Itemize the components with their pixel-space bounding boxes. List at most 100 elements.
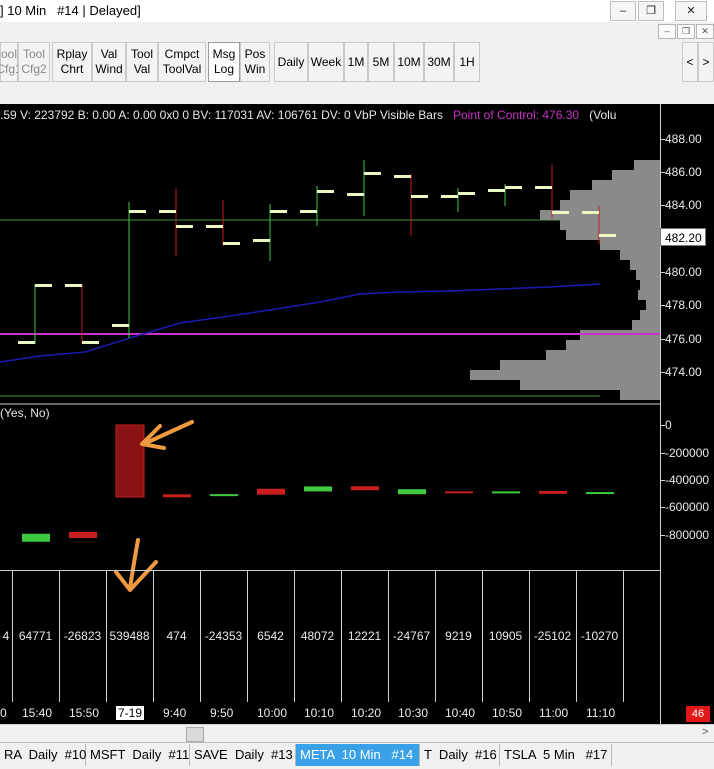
timeframe-week-button[interactable]: Week [308, 42, 344, 82]
horizontal-scrollbar[interactable] [0, 724, 714, 743]
time-label: 10:40 [445, 706, 476, 720]
study-tick-600000: -600000 [665, 500, 710, 514]
subwindow-bar: – ❐ ✕ [0, 22, 714, 40]
chart-tab[interactable]: MSFT Daily #11 [86, 744, 190, 766]
price-scale[interactable]: 488.00 486.00 484.00 480.00 478.00 476.0… [660, 104, 714, 724]
timeframe-5m-button[interactable]: 5M [368, 42, 394, 82]
study-bar [351, 486, 379, 491]
price-tick-480: 480.00 [665, 265, 702, 279]
time-label-session-start: 7-19 [116, 706, 145, 720]
time-label: 15:40 [22, 706, 53, 720]
position-window-button[interactable]: Pos Win [240, 42, 270, 82]
price-tick-488: 488.00 [665, 132, 702, 146]
window-title: ] 10 Min #14 | Delayed] [0, 3, 141, 18]
point-of-control-label: Point of Control: 476.30 [453, 108, 580, 122]
restore-button[interactable]: ❐ [638, 1, 664, 21]
chart-tab[interactable]: RA Daily #10 [0, 744, 86, 766]
timeframe-30m-button[interactable]: 30M [424, 42, 454, 82]
tool-cfg2-button[interactable]: Tool Cfg2 [18, 42, 50, 82]
chart-info-text: .59 V: 223792 B: 0.00 A: 0.00 0x0 0 BV: … [0, 108, 443, 122]
table-cell: 48072 [294, 570, 342, 702]
message-log-button[interactable]: Msg Log [208, 42, 240, 82]
study-bar [586, 492, 614, 495]
time-label-partial: 0 [0, 706, 7, 720]
study-bar [539, 490, 567, 494]
volume-profile [470, 160, 660, 400]
toolbar-scroll-right-button[interactable]: > [698, 42, 714, 82]
timeframe-daily-button[interactable]: Daily [274, 42, 308, 82]
chart-tab[interactable]: SAVE Daily #13 [190, 744, 296, 766]
table-cell: -26823 [59, 570, 107, 702]
table-cell: -10270 [576, 570, 624, 702]
price-tick-484: 484.00 [665, 198, 702, 212]
volume-label: (Volu [589, 108, 617, 122]
price-tick-476: 476.00 [665, 332, 702, 346]
minimize-button[interactable]: – [610, 1, 636, 21]
study-tick-800000: -800000 [665, 528, 710, 542]
time-label: 9:40 [163, 706, 187, 720]
timeframe-1m-button[interactable]: 1M [344, 42, 368, 82]
table-cell: 539488 [106, 570, 154, 702]
time-label: 15:50 [69, 706, 100, 720]
moving-average-line [0, 283, 601, 363]
time-label: 11:00 [539, 706, 569, 720]
time-label: 10:00 [257, 706, 288, 720]
timeframe-10m-button[interactable]: 10M [394, 42, 424, 82]
table-cell: 9219 [435, 570, 483, 702]
study-bar [210, 494, 238, 497]
time-label: 9:50 [210, 706, 234, 720]
table-cell: -24353 [200, 570, 248, 702]
compact-tool-value-button[interactable]: Cmpct ToolVal [158, 42, 206, 82]
table-cell: -25102 [529, 570, 577, 702]
time-label: 10:30 [398, 706, 429, 720]
study-bar [398, 489, 426, 495]
value-window-label: Val Wind [95, 47, 123, 76]
position-window-label: Pos Win [244, 47, 266, 76]
study-tick-400000: -400000 [665, 473, 710, 487]
subwindow-restore-button[interactable]: ❐ [677, 24, 695, 39]
replay-chart-label: Rplay Chrt [56, 47, 88, 76]
scrollbar-thumb[interactable] [186, 727, 204, 742]
price-bars [18, 160, 616, 344]
study-bar [492, 491, 520, 494]
study-bar [22, 533, 50, 542]
study-bar [445, 491, 473, 494]
chart-tab[interactable]: META 10 Min #14 [296, 744, 420, 766]
replay-chart-button[interactable]: Rplay Chrt [52, 42, 92, 82]
tool-cfg1-button[interactable]: ool Cfg1 [0, 42, 22, 82]
price-tick-478: 478.00 [665, 298, 702, 312]
study-tick-200000: -200000 [665, 446, 710, 460]
table-cell: 474 [153, 570, 201, 702]
tool-value-button[interactable]: Tool Val [126, 42, 158, 82]
message-log-label: Msg Log [212, 47, 236, 76]
table-cell: 12221 [341, 570, 389, 702]
title-bar: ] 10 Min #14 | Delayed] – ❐ ✕ [0, 0, 714, 23]
subwindow-minimize-button[interactable]: – [658, 24, 676, 39]
scroll-right-arrow[interactable]: > [702, 726, 708, 738]
chart-tab[interactable]: TSLA 5 Min #17 [500, 744, 612, 766]
study-tick-0: 0 [665, 418, 672, 432]
table-cell: 64771 [12, 570, 60, 702]
table-cell: 10905 [482, 570, 530, 702]
toolbar-scroll-left-button[interactable]: < [682, 42, 698, 82]
time-label: 10:50 [492, 706, 523, 720]
study-chart [22, 424, 614, 542]
bar-counter-badge: 46 [686, 706, 710, 722]
study-bar [163, 494, 191, 498]
table-cell: -24767 [388, 570, 436, 702]
chart-tab[interactable]: T Daily #16 [420, 744, 500, 766]
tool-value-label: Tool Val [130, 47, 153, 76]
annotation-arrow-upper [140, 420, 194, 450]
time-label: 11:10 [586, 706, 616, 720]
timeframe-1h-button[interactable]: 1H [454, 42, 480, 82]
price-tick-486: 486.00 [665, 165, 702, 179]
close-button[interactable]: ✕ [675, 1, 707, 21]
tool-cfg2-label: Tool Cfg2 [21, 47, 47, 76]
study-title: (Yes, No) [0, 406, 50, 420]
time-label: 10:10 [304, 706, 335, 720]
current-price-marker: 482.20 [660, 228, 706, 246]
table-cell: 6542 [247, 570, 295, 702]
value-window-button[interactable]: Val Wind [92, 42, 126, 82]
time-label: 10:20 [351, 706, 382, 720]
subwindow-close-button[interactable]: ✕ [696, 24, 714, 39]
